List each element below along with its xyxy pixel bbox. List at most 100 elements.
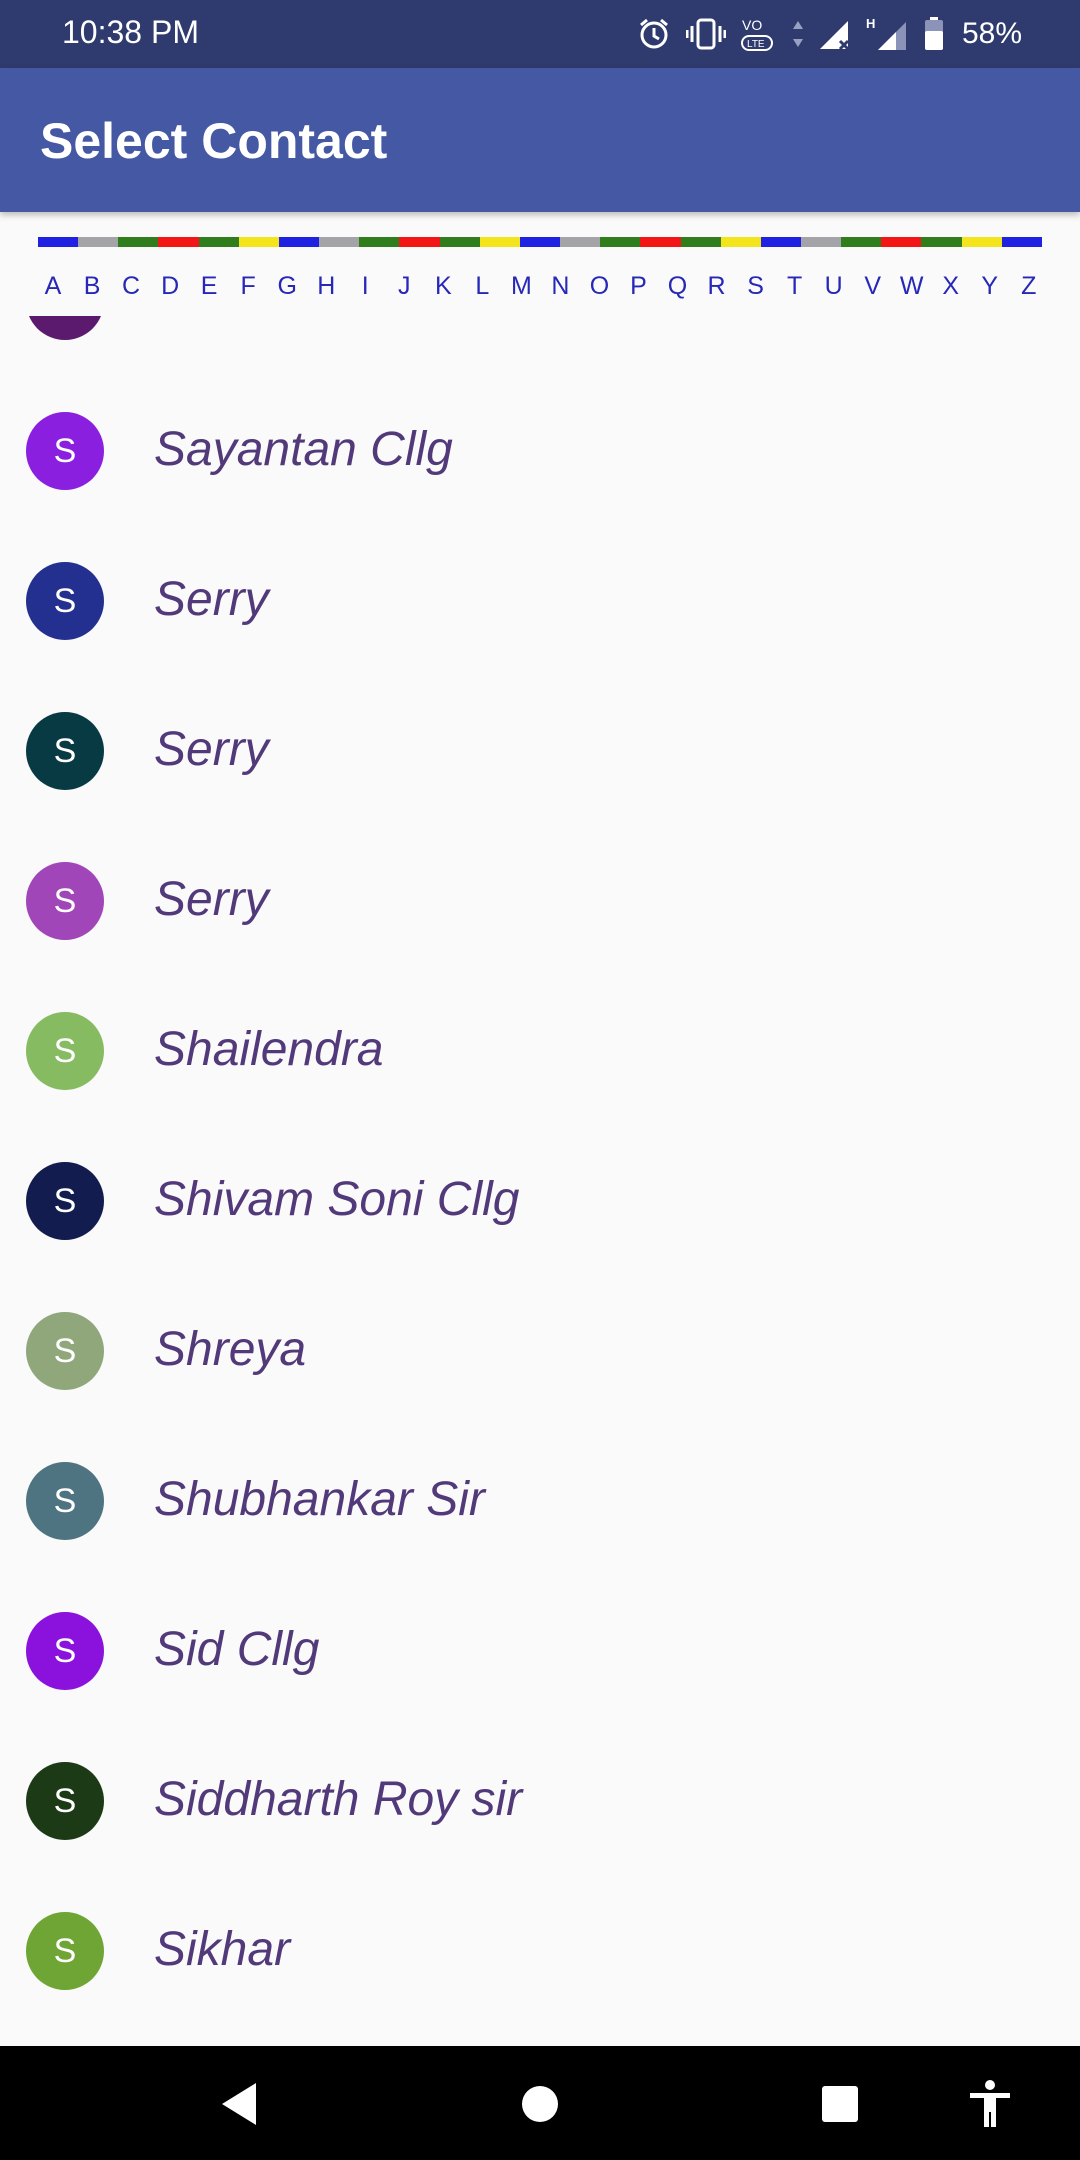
avatar[interactable]: S [26,562,104,640]
alphabet-letter-u[interactable]: U [817,272,851,312]
alphabet-letter-t[interactable]: T [778,272,812,312]
strip-segment [158,237,199,247]
avatar[interactable]: S [26,712,104,790]
alphabet-letter-n[interactable]: N [543,272,577,312]
vibrate-icon [685,16,726,52]
contact-name: Sayantan Cllg [154,423,453,476]
contact-row[interactable]: S Sikhar [0,1876,1080,2026]
alphabet-letter-m[interactable]: M [504,272,538,312]
contact-row[interactable]: S Serry [0,676,1080,826]
contact-name: Siddharth Roy sir [154,1773,523,1826]
page-title: Select Contact [40,113,388,169]
avatar[interactable]: S [26,1912,104,1990]
accessibility-icon [970,2080,1010,2127]
alphabet-letter-h[interactable]: H [309,272,343,312]
app-bar: Select Contact [0,68,1080,212]
strip-segment [921,237,962,247]
alphabet-letter-z[interactable]: Z [1012,272,1046,312]
strip-segment [198,237,239,247]
strip-segment [680,237,721,247]
contact-row[interactable]: S Serry [0,826,1080,976]
alphabet-letter-w[interactable]: W [895,272,929,312]
contact-row[interactable]: S Shailendra [0,976,1080,1126]
alphabet-letter-d[interactable]: D [153,272,187,312]
status-time: 10:38 PM [62,14,199,50]
strip-segment [720,237,761,247]
contact-row[interactable]: S Sayantan Cllg [0,376,1080,526]
strip-segment [1001,237,1042,247]
alphabet-letter-s[interactable]: S [739,272,773,312]
alphabet-letter-i[interactable]: I [348,272,382,312]
data-arrows-icon [792,19,804,49]
battery-icon [924,17,944,51]
contact-row[interactable]: S Shivam Soni Cllg [0,1126,1080,1276]
avatar[interactable]: S [26,412,104,490]
strip-segment [600,237,641,247]
alphabet-letter-q[interactable]: Q [661,272,695,312]
avatar[interactable] [26,316,104,340]
alphabet-color-strip [38,237,1042,247]
avatar[interactable]: S [26,1312,104,1390]
alphabet-letter-f[interactable]: F [231,272,265,312]
volte-icon: VO LTE [740,14,778,54]
alphabet-letter-b[interactable]: B [75,272,109,312]
alphabet-letter-a[interactable]: A [36,272,70,312]
avatar[interactable]: S [26,1612,104,1690]
contact-name: Shivam Soni Cllg [154,1173,520,1226]
contact-name: Shreya [154,1323,307,1376]
strip-segment [479,237,520,247]
strip-segment [640,237,681,247]
contact-row[interactable]: S Sid Cllg [0,1576,1080,1726]
strip-segment [800,237,842,247]
avatar[interactable]: S [26,1462,104,1540]
svg-text:VO: VO [742,17,762,33]
alphabet-letter-c[interactable]: C [114,272,148,312]
alphabet-letter-v[interactable]: V [856,272,890,312]
alphabet-letter-g[interactable]: G [270,272,304,312]
avatar[interactable]: S [26,1762,104,1840]
strip-segment [359,237,400,247]
strip-segment [38,237,79,247]
strip-segment [961,237,1002,247]
status-bar: 10:38 PM VO LTE H 58% [0,0,1080,68]
contact-row[interactable]: S Serry [0,526,1080,676]
svg-text:H: H [866,16,875,31]
alphabet-letter-y[interactable]: Y [973,272,1007,312]
home-button[interactable] [510,2076,570,2132]
alphabet-letter-l[interactable]: L [465,272,499,312]
strip-segment [238,237,279,247]
back-button[interactable] [208,2076,268,2132]
alphabet-index[interactable]: ABCDEFGHIJKLMNOPQRSTUVWXYZ [36,272,1046,312]
contact-list-scroll[interactable]: S Sayantan Cllg S Serry S Serry S Serry S Shailen… [0,316,1080,2046]
strip-segment [78,237,119,247]
contact-row[interactable]: S Siddharth Roy sir [0,1726,1080,1876]
alphabet-letter-r[interactable]: R [700,272,734,312]
alphabet-letter-k[interactable]: K [426,272,460,312]
contact-name: Shailendra [154,1023,384,1076]
contact-name: Serry [154,873,269,926]
alarm-icon [636,16,672,52]
navigation-bar [0,2046,1080,2160]
strip-segment [399,237,440,247]
alphabet-letter-x[interactable]: X [934,272,968,312]
avatar[interactable]: S [26,862,104,940]
strip-segment [560,237,601,247]
accessibility-button[interactable] [960,2076,1020,2132]
strip-segment [881,237,922,247]
avatar[interactable]: S [26,1012,104,1090]
contact-name: Sid Cllg [154,1623,320,1676]
alphabet-letter-p[interactable]: P [621,272,655,312]
contact-name: Serry [154,573,269,626]
recents-button[interactable] [810,2076,870,2132]
strip-segment [118,237,159,247]
contact-row[interactable]: S Shubhankar Sir [0,1426,1080,1576]
avatar[interactable]: S [26,1162,104,1240]
strip-segment [760,237,801,247]
alphabet-letter-j[interactable]: J [387,272,421,312]
alphabet-letter-o[interactable]: O [582,272,616,312]
svg-text:LTE: LTE [747,39,765,50]
contact-row[interactable]: S Shreya [0,1276,1080,1426]
alphabet-letter-e[interactable]: E [192,272,226,312]
contact-name: Serry [154,723,269,776]
home-icon [522,2086,558,2122]
